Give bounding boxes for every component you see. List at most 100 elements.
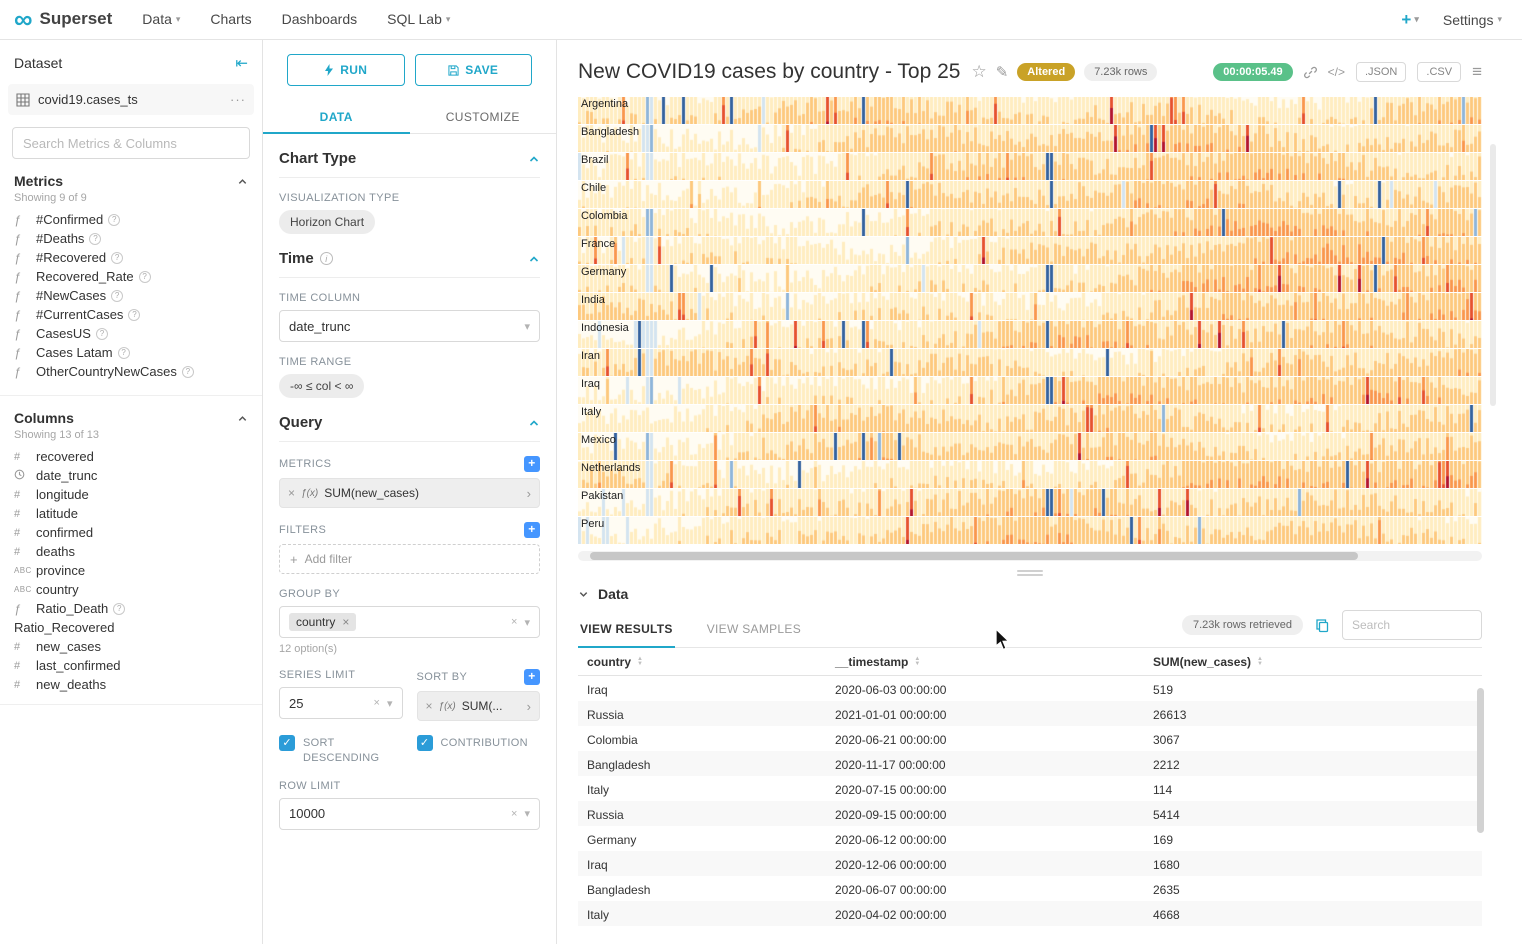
chart-horizontal-scrollbar-track[interactable]: [578, 551, 1482, 561]
nav-charts[interactable]: Charts: [210, 11, 251, 27]
table-row[interactable]: Italy2020-07-15 00:00:00114: [578, 776, 1482, 801]
group-by-select[interactable]: country× ×▾: [279, 606, 540, 638]
time-range-chip[interactable]: -∞ ≤ col < ∞: [279, 374, 364, 398]
horizon-row-label: Pakistan: [581, 490, 623, 502]
horizon-chart[interactable]: ArgentinaBangladeshBrazilChileColombiaFr…: [578, 97, 1482, 544]
column-item[interactable]: #latitude: [8, 504, 254, 523]
add-filter-plus-button[interactable]: +: [524, 522, 540, 538]
metric-label: CasesUS: [36, 326, 91, 341]
edit-title-icon[interactable]: ✎: [996, 63, 1009, 81]
dataset-selector[interactable]: covid19.cases_ts ···: [8, 84, 254, 115]
group-by-chip[interactable]: country×: [289, 613, 356, 631]
link-icon[interactable]: [1304, 66, 1317, 79]
column-item[interactable]: #longitude: [8, 485, 254, 504]
metric-item[interactable]: ƒOtherCountryNewCases?: [8, 362, 254, 381]
table-row[interactable]: Russia2020-09-15 00:00:005414: [578, 801, 1482, 826]
add-metric-button[interactable]: +: [524, 456, 540, 472]
table-row[interactable]: Russia2021-01-01 00:00:0026613: [578, 701, 1482, 726]
clear-icon[interactable]: ×: [374, 697, 380, 709]
contribution-checkbox[interactable]: ✓ CONTRIBUTION: [417, 735, 541, 766]
table-row[interactable]: Bangladesh2020-06-07 00:00:002635: [578, 876, 1482, 901]
superset-logo[interactable]: ∞ Superset: [14, 8, 112, 31]
table-row[interactable]: Iraq2020-06-03 00:00:00519: [578, 676, 1482, 701]
table-header-cell[interactable]: SUM(new_cases)▲▼: [1144, 648, 1482, 675]
metric-item[interactable]: ƒ#Deaths?: [8, 229, 254, 248]
search-metrics-input[interactable]: [12, 127, 250, 159]
metric-item[interactable]: ƒ#Confirmed?: [8, 210, 254, 229]
query-timer-badge: 00:00:05.49: [1213, 63, 1292, 81]
row-limit-select[interactable]: 10000 ×▾: [279, 798, 540, 830]
column-item[interactable]: ƒRatio_Death?: [8, 599, 254, 618]
time-section-header[interactable]: Timei: [279, 234, 540, 278]
query-section-header[interactable]: Query: [279, 398, 540, 442]
horizon-row-label: Brazil: [581, 154, 609, 166]
add-sort-button[interactable]: +: [524, 669, 540, 685]
settings-menu[interactable]: Settings▾: [1443, 12, 1502, 28]
table-header-cell[interactable]: country▲▼: [578, 648, 826, 675]
column-item[interactable]: #recovered: [8, 447, 254, 466]
tab-view-samples[interactable]: VIEW SAMPLES: [705, 610, 803, 647]
add-new-button[interactable]: +▾: [1401, 10, 1418, 30]
add-filter-button[interactable]: + Add filter: [279, 544, 540, 574]
column-item[interactable]: #deaths: [8, 542, 254, 561]
column-item[interactable]: ABCcountry: [8, 580, 254, 599]
chart-horizontal-scrollbar-thumb[interactable]: [590, 552, 1358, 560]
data-section-toggle[interactable]: Data: [578, 586, 1482, 602]
column-item[interactable]: Ratio_Recovered: [8, 618, 254, 637]
column-item[interactable]: #last_confirmed: [8, 656, 254, 675]
save-button[interactable]: SAVE: [415, 54, 533, 86]
column-item[interactable]: ABCprovince: [8, 561, 254, 580]
panel-resize-handle[interactable]: [1017, 570, 1043, 576]
column-item[interactable]: #confirmed: [8, 523, 254, 542]
clear-icon[interactable]: ×: [511, 616, 517, 628]
nav-data-menu[interactable]: Data▾: [142, 11, 180, 27]
series-limit-select[interactable]: 25 ×▾: [279, 687, 403, 719]
remove-icon[interactable]: ×: [288, 486, 295, 500]
altered-badge[interactable]: Altered: [1017, 63, 1075, 81]
table-row[interactable]: Italy2020-04-02 00:00:004668: [578, 901, 1482, 926]
download-csv-button[interactable]: .CSV: [1417, 62, 1461, 82]
chevron-up-icon[interactable]: [237, 413, 248, 424]
time-column-select[interactable]: date_trunc ▾: [279, 310, 540, 342]
metric-item[interactable]: ƒ#CurrentCases?: [8, 305, 254, 324]
tab-view-results[interactable]: VIEW RESULTS: [578, 610, 675, 647]
collapse-panel-icon[interactable]: ⇤: [235, 54, 248, 72]
run-button[interactable]: RUN: [287, 54, 405, 86]
more-options-icon[interactable]: ···: [230, 92, 246, 107]
metric-item[interactable]: ƒCases Latam?: [8, 343, 254, 362]
chart-vertical-scrollbar[interactable]: [1490, 144, 1496, 406]
remove-icon[interactable]: ×: [342, 615, 349, 629]
table-row[interactable]: Germany2020-06-12 00:00:00169: [578, 826, 1482, 851]
chevron-up-icon[interactable]: [237, 176, 248, 187]
metric-chip[interactable]: × ƒ(x) SUM(new_cases) ›: [279, 478, 540, 508]
sort-descending-checkbox[interactable]: ✓ SORT DESCENDING: [279, 735, 403, 766]
metric-item[interactable]: ƒ#NewCases?: [8, 286, 254, 305]
chart-type-section-header[interactable]: Chart Type: [279, 134, 540, 178]
nav-sqllab-menu[interactable]: SQL Lab▾: [387, 11, 450, 27]
viz-type-chip[interactable]: Horizon Chart: [279, 210, 375, 234]
table-row[interactable]: Colombia2020-06-21 00:00:003067: [578, 726, 1482, 751]
results-search-input[interactable]: [1342, 610, 1482, 640]
remove-icon[interactable]: ×: [426, 699, 433, 713]
copy-icon[interactable]: [1315, 618, 1330, 633]
column-item[interactable]: #new_deaths: [8, 675, 254, 694]
favorite-star-icon[interactable]: ☆: [971, 62, 986, 82]
download-json-button[interactable]: .JSON: [1356, 62, 1406, 82]
more-menu-icon[interactable]: ≡: [1472, 62, 1482, 82]
tab-data[interactable]: DATA: [263, 100, 410, 133]
metric-item[interactable]: ƒRecovered_Rate?: [8, 267, 254, 286]
code-icon[interactable]: </>: [1328, 65, 1345, 79]
table-row[interactable]: Iraq2020-12-06 00:00:001680: [578, 851, 1482, 876]
table-row[interactable]: Bangladesh2020-11-17 00:00:002212: [578, 751, 1482, 776]
tab-customize[interactable]: CUSTOMIZE: [410, 100, 557, 133]
table-vertical-scrollbar[interactable]: [1477, 688, 1484, 833]
metric-item[interactable]: ƒCasesUS?: [8, 324, 254, 343]
table-header-cell[interactable]: __timestamp▲▼: [826, 648, 1144, 675]
clear-icon[interactable]: ×: [511, 808, 517, 820]
horizon-row-label: Mexico: [581, 434, 616, 446]
nav-dashboards[interactable]: Dashboards: [282, 11, 358, 27]
column-item[interactable]: #new_cases: [8, 637, 254, 656]
column-item[interactable]: date_trunc: [8, 466, 254, 485]
sort-by-chip[interactable]: × ƒ(x) SUM(... ›: [417, 691, 541, 721]
metric-item[interactable]: ƒ#Recovered?: [8, 248, 254, 267]
